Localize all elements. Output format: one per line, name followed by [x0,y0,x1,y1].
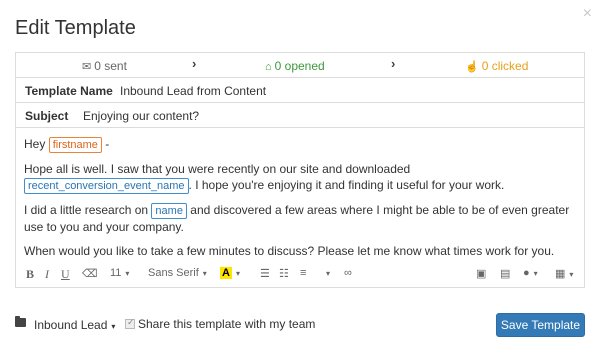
underline-button[interactable]: U [61,267,70,282]
share-checkbox[interactable] [125,317,135,329]
person-icon: ● [523,267,530,279]
template-editor-panel: ✉ 0 sent › ⌂ 0 opened › ☝ 0 clicked Templat… [15,52,585,288]
text-color-icon: A [220,267,232,279]
name-token[interactable]: name [151,203,187,219]
chevron-down-icon: ▾ [235,269,240,278]
align-icon: ≡ [300,267,307,279]
image-icon[interactable]: ▣ [476,267,486,280]
opened-count: 0 opened [274,59,325,73]
link-icon[interactable]: ∞ [344,267,352,279]
close-icon[interactable]: × [583,6,592,22]
paragraph-text: Hope all is well. I saw that you were re… [24,162,411,176]
subject-row: Subject Enjoying our content? [16,103,584,128]
dialog-title: Edit Template [15,17,136,39]
bullet-list-icon[interactable]: ☰ [260,267,270,280]
recent-conversion-token[interactable]: recent_conversion_event_name [24,178,189,194]
pointer-hand-icon: ☝ [465,61,479,73]
chevron-down-icon: ▾ [125,269,130,278]
email-body-editor[interactable]: Hey firstname - Hope all is well. I saw … [16,128,584,259]
chevron-down-icon: ▾ [326,269,331,278]
chevron-down-icon: ▾ [111,322,116,331]
sent-count: 0 sent [94,59,127,73]
folder-select[interactable]: Inbound Lead ▾ [34,318,115,332]
align-select[interactable]: ≡ [300,267,306,279]
open-envelope-icon: ⌂ [265,61,272,73]
firstname-token[interactable]: firstname [48,137,102,153]
paragraph-text: I did a little research on [24,203,149,217]
chevron-down-icon: ▾ [202,269,207,278]
clear-format-icon[interactable]: ⌫ [82,267,98,280]
document-icon: ▦ [555,268,566,280]
folder-icon [15,316,26,327]
template-name-field[interactable]: Inbound Lead from Content [120,84,266,98]
template-name-row: Template Name Inbound Lead from Content [16,78,584,103]
chevron-right-icon: › [192,56,197,71]
font-family-value: Sans Serif [148,267,199,279]
font-family-select[interactable]: Sans Serif ▾ [148,267,207,279]
clicked-count: 0 clicked [481,59,529,73]
stats-bar: ✉ 0 sent › ⌂ 0 opened › ☝ 0 clicked [16,53,584,78]
body-paragraph-1: Hope all is well. I saw that you were re… [24,161,576,194]
video-icon[interactable]: ▤ [500,267,510,280]
sent-stat: ✉ 0 sent [82,59,127,73]
greeting-text: Hey [24,137,46,151]
bold-button[interactable]: B [26,267,34,282]
chevron-down-icon: ▾ [533,269,538,278]
folder-name: Inbound Lead [34,318,108,332]
align-caret[interactable]: ▾ [322,267,330,279]
template-name-label: Template Name [25,84,113,98]
font-size-select[interactable]: 11 ▾ [110,267,129,279]
numbered-list-icon[interactable]: ☷ [279,267,289,280]
text-color-button[interactable]: A ▾ [220,267,240,279]
dialog-footer: Inbound Lead▾ Share this template with m… [15,313,585,337]
subject-label: Subject [25,109,69,123]
share-label: Share this template with my team [138,317,316,331]
greeting-dash: - [105,137,110,151]
opened-stat: ⌂ 0 opened [265,59,325,73]
body-paragraph-2: I did a little research on name and disc… [24,202,576,235]
document-button[interactable]: ▦ ▾ [555,267,573,280]
chevron-right-icon: › [391,56,396,71]
greeting-line: Hey firstname - [24,136,576,153]
personalize-button[interactable]: ● ▾ [523,267,538,279]
subject-field[interactable]: Enjoying our content? [83,109,199,123]
share-with-team: Share this template with my team [125,317,315,331]
body-paragraph-3: When would you like to take a few minute… [24,244,555,258]
paragraph-text: . I hope you're enjoying it and finding … [188,178,505,192]
formatting-toolbar: B I U ⌫ 11 ▾ Sans Serif ▾ A ▾ ☰ ☷ ≡ ▾ ∞ ▣ ▤… [24,265,576,283]
chevron-down-icon: ▾ [569,270,574,279]
clicked-stat: ☝ 0 clicked [465,59,528,73]
save-template-button[interactable]: Save Template [496,313,585,337]
font-size-value: 11 [110,267,122,279]
envelope-icon: ✉ [82,61,92,73]
italic-button[interactable]: I [45,267,49,282]
